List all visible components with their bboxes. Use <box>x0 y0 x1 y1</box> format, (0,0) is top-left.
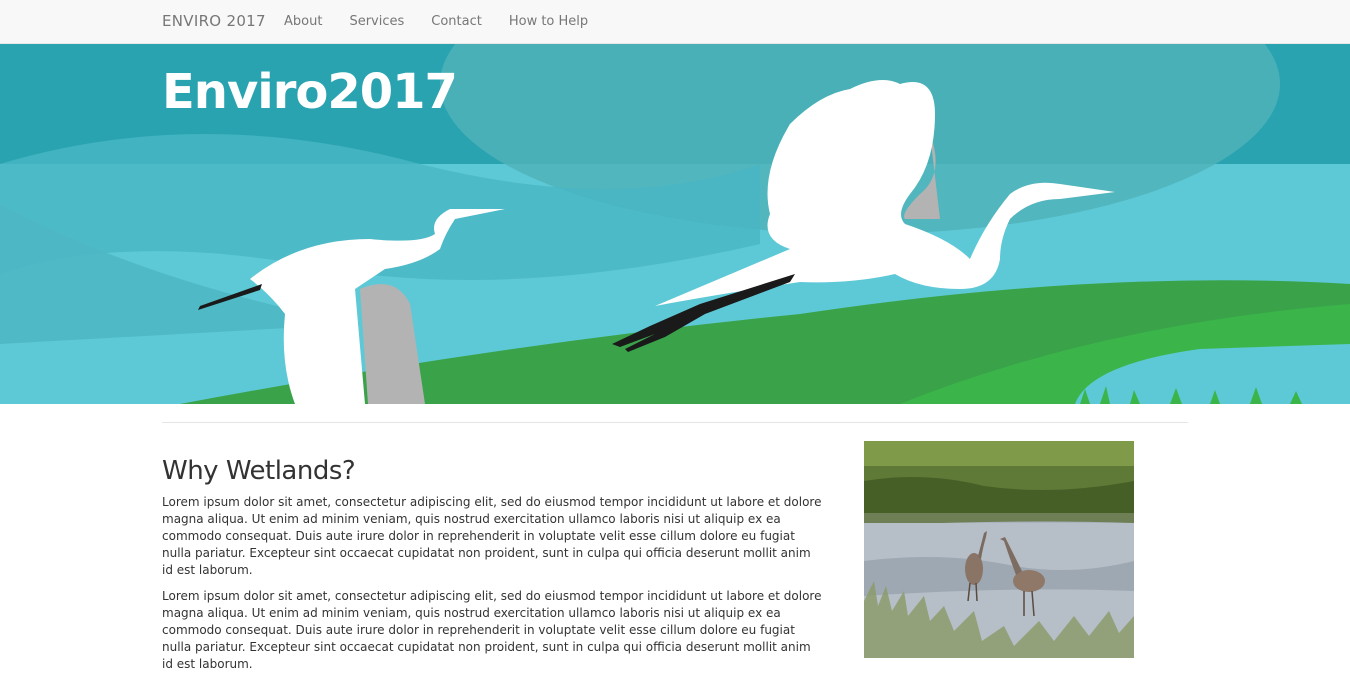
section-divider <box>162 422 1188 423</box>
main-content: Why Wetlands? Lorem ipsum dolor sit amet… <box>162 456 822 682</box>
nav-link-services[interactable]: Services <box>349 14 404 29</box>
navbar: ENVIRO 2017 About Services Contact How t… <box>0 0 1350 44</box>
paragraph-1: Lorem ipsum dolor sit amet, consectetur … <box>162 495 822 577</box>
wetland-photo-illustration <box>864 441 1134 658</box>
nav-link-contact[interactable]: Contact <box>431 14 482 29</box>
section-heading: Why Wetlands? <box>162 456 356 486</box>
nav-link-about[interactable]: About <box>284 14 322 29</box>
nav-link-how-to-help[interactable]: How to Help <box>509 14 588 29</box>
brand-link[interactable]: ENVIRO 2017 <box>162 12 266 30</box>
paragraph-2: Lorem ipsum dolor sit amet, consectetur … <box>162 589 822 671</box>
hero-banner: Enviro2017 <box>0 44 1350 404</box>
wetland-cranes-photo <box>864 441 1134 658</box>
nav-links: About Services Contact How to Help <box>284 14 615 29</box>
hero-title: Enviro2017 <box>162 64 458 120</box>
